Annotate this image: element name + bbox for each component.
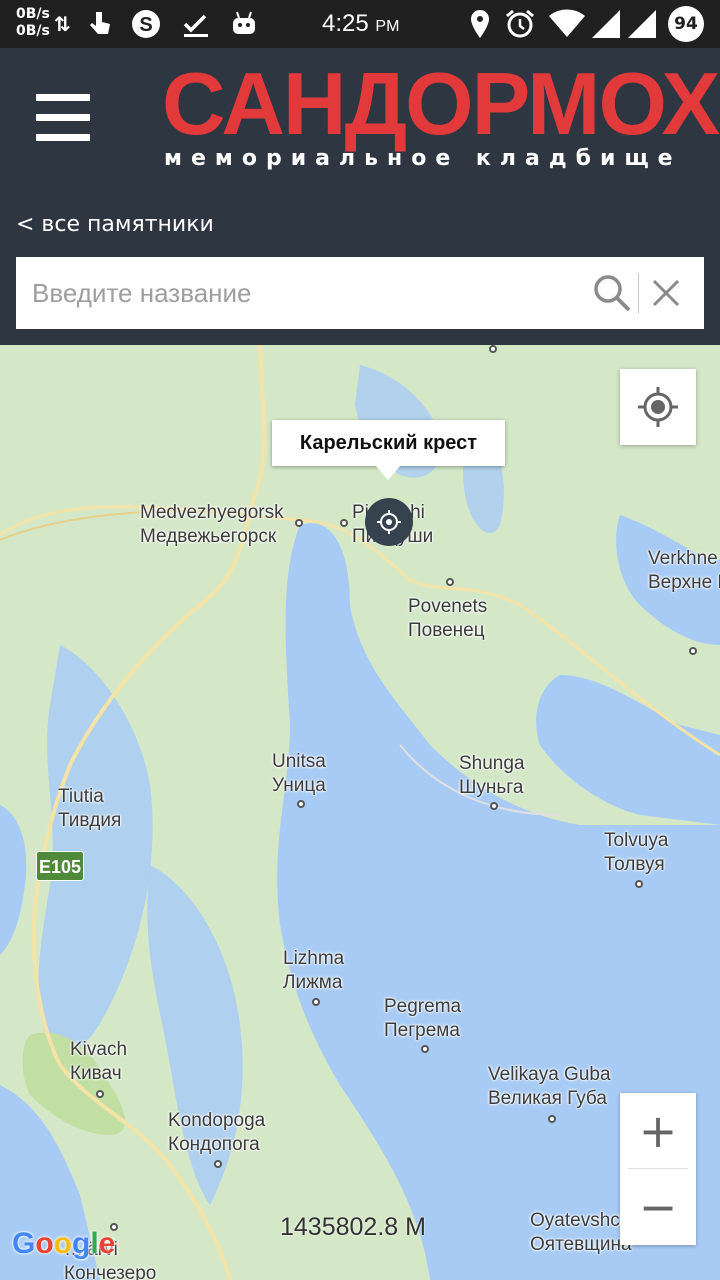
alarm-icon (506, 9, 534, 38)
place-label: Lizhma Лижма (283, 948, 345, 993)
signal-icon (592, 10, 620, 38)
place-dot (295, 519, 303, 527)
zoom-in-button[interactable]: + (620, 1093, 696, 1169)
zoom-controls: + − (620, 1093, 696, 1245)
place-label: Medvezhyegorsk Медвежьегорск (140, 502, 284, 547)
net-down: 0B/s (16, 23, 50, 39)
network-speed: 0B/s 0B/s (16, 6, 50, 40)
place-dot (297, 800, 305, 808)
app-header: САНДОРМОХ мемориальное кладбище (0, 48, 720, 192)
place-label: Verkhne VolozerВерхне Волозер (648, 548, 720, 593)
net-up: 0B/s (16, 6, 50, 22)
location-icon (471, 10, 489, 38)
place-dot (689, 647, 697, 655)
map-view[interactable]: MedvezhyegorskМедвежьегорск PindushiПинд… (0, 345, 720, 1280)
battery-indicator: 94 (668, 6, 704, 42)
search-input[interactable] (16, 257, 576, 329)
google-logo: Google (12, 1227, 116, 1260)
place-label: Kivach Кивач (70, 1039, 128, 1084)
road-shield-e105: E105 (36, 851, 84, 881)
place-label: Pegrema Пегрема (384, 996, 462, 1041)
place-label: Unitsa Уница (272, 751, 326, 796)
place-dot (214, 1160, 222, 1168)
site-subtitle: мемориальное кладбище (164, 146, 682, 171)
download-done-icon (183, 14, 208, 37)
zoom-out-button[interactable]: − (620, 1169, 696, 1245)
my-location-icon (638, 387, 678, 427)
my-location-button[interactable] (620, 369, 696, 445)
marker-info-window[interactable]: Карельский крест (272, 420, 505, 480)
site-title: САНДОРМОХ (162, 54, 720, 153)
place-label: Povenets Повенец (408, 596, 488, 641)
search-icon[interactable] (592, 273, 632, 313)
place-label: Velikaya Guba Великая Губа (488, 1064, 611, 1109)
place-dot (446, 578, 454, 586)
hamburger-icon[interactable] (36, 94, 92, 144)
touch-icon (90, 12, 110, 34)
skype-icon: S (132, 10, 160, 38)
marker-symbol-icon (377, 510, 401, 534)
place-label: Shunga Шуньга (459, 753, 525, 798)
place-label: Tiutia Тивдия (58, 786, 122, 831)
signal-icon-2 (628, 10, 656, 38)
place-dot (489, 345, 497, 353)
distance-readout: 1435802.8 M (280, 1213, 426, 1241)
place-dot (548, 1115, 556, 1123)
close-icon[interactable] (646, 273, 686, 313)
place-dot (96, 1090, 104, 1098)
zoom-divider (628, 1168, 688, 1169)
search-panel: < все памятники (0, 192, 720, 345)
clock-ampm: PM (375, 18, 400, 35)
place-dot (490, 802, 498, 810)
wifi-icon (549, 9, 585, 38)
place-dot (421, 1045, 429, 1053)
place-dot (635, 880, 643, 888)
place-label: Kondopoga Кондопога (168, 1110, 266, 1155)
search-box (16, 257, 704, 329)
android-icon (233, 11, 255, 34)
place-dot (312, 998, 320, 1006)
svg-text:S: S (139, 14, 152, 36)
clock: 4:25 PM (322, 10, 399, 38)
back-to-all-monuments-link[interactable]: < все памятники (16, 212, 214, 237)
place-label: Tolvuya Толвуя (604, 830, 669, 875)
search-divider (638, 273, 639, 313)
memorial-marker-icon[interactable] (365, 498, 413, 546)
status-bar: 0B/s 0B/s ⇅ S 4:25 PM 94 (0, 0, 720, 48)
data-transfer-icon: ⇅ (54, 12, 71, 36)
place-dot (340, 519, 348, 527)
clock-time: 4:25 (322, 10, 369, 37)
